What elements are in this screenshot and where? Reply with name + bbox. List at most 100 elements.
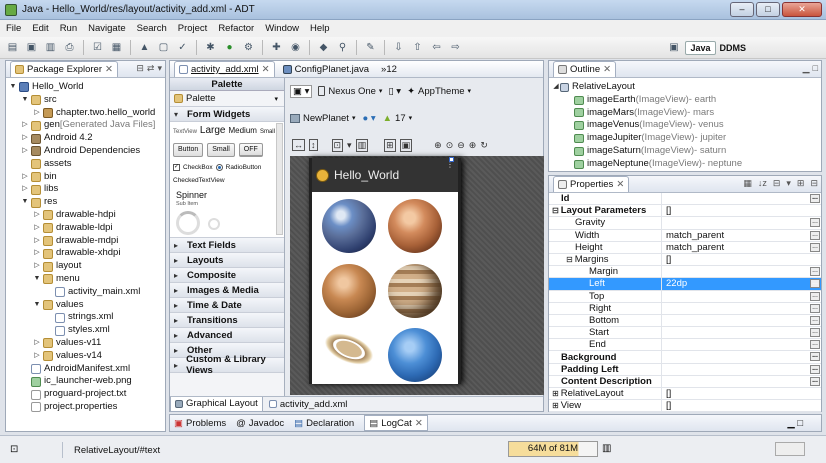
browse-icon[interactable]: ... xyxy=(810,242,820,252)
image-earth[interactable] xyxy=(322,199,376,253)
collapsed-icon[interactable]: ▷ xyxy=(33,260,41,273)
new-package-icon[interactable]: ◉ xyxy=(288,40,303,55)
palette-section-custom-library-views[interactable]: ▸ Custom & Library Views xyxy=(170,354,284,376)
menu-project[interactable]: Project xyxy=(178,23,208,34)
expand-icon[interactable]: ⊞ xyxy=(552,401,559,410)
browse-icon[interactable]: ... xyxy=(810,230,820,240)
theme-dropdown[interactable]: ✦ AppTheme ▾ xyxy=(407,86,471,97)
outline-item-imageneptune[interactable]: imageNeptune (ImageView) - neptune xyxy=(552,158,821,171)
minimize-view-icon[interactable]: ▁ xyxy=(803,63,810,74)
image-venus[interactable] xyxy=(322,264,376,318)
open-perspective-icon[interactable]: ▣ xyxy=(666,40,681,55)
tree-item-android-4-2[interactable]: ▷ Android 4.2 xyxy=(6,132,165,145)
fit-width-icon[interactable]: ↔ xyxy=(292,139,305,151)
new-icon[interactable]: ▤ xyxy=(5,40,20,55)
browse-icon[interactable]: ... xyxy=(810,340,820,350)
collapsed-icon[interactable]: ▷ xyxy=(21,145,29,158)
close-icon[interactable]: ✕ xyxy=(105,64,113,75)
tree-item-layout[interactable]: ▷ layout xyxy=(6,260,165,273)
progress-icon[interactable] xyxy=(775,442,805,456)
run-icon[interactable]: ● xyxy=(222,40,237,55)
tree-item-ic-launcher-web-png[interactable]: ic_launcher-web.png xyxy=(6,375,165,388)
zoom-real-size-icon[interactable]: ⊕ xyxy=(434,140,442,151)
tree-item-android-dependencies[interactable]: ▷ Android Dependencies xyxy=(6,145,165,158)
layout-bounds-icon[interactable]: ▣ xyxy=(399,138,413,152)
tab-problems[interactable]: ▣ Problems xyxy=(174,418,226,429)
property-row-top[interactable]: Top... xyxy=(549,290,821,303)
collapsed-icon[interactable]: ▷ xyxy=(33,350,41,363)
browse-icon[interactable]: ... xyxy=(810,303,820,313)
tree-item-drawable-xhdpi[interactable]: ▷ drawable-xhdpi xyxy=(6,247,165,260)
expanded-icon[interactable]: ▼ xyxy=(33,273,41,286)
tree-item-values-v14[interactable]: ▷ values-v14 xyxy=(6,350,165,363)
tab-logcat[interactable]: ▤ LogCat ✕ xyxy=(364,415,428,431)
property-row-margins[interactable]: ⊟ Margins [] xyxy=(549,253,821,267)
next-annotation-icon[interactable]: ⇩ xyxy=(391,40,406,55)
menu-edit[interactable]: Edit xyxy=(32,23,48,34)
browse-icon[interactable]: ... xyxy=(810,328,820,338)
tree-item-project-properties[interactable]: project.properties xyxy=(6,401,165,414)
property-value[interactable]: [] xyxy=(662,400,821,411)
ddms-perspective-button[interactable]: DDMS xyxy=(720,43,747,53)
back-icon[interactable]: ⇦ xyxy=(429,40,444,55)
collapsed-icon[interactable]: ▷ xyxy=(33,222,41,235)
browse-icon[interactable]: ... xyxy=(810,279,820,289)
collapsed-icon[interactable]: ▷ xyxy=(33,247,41,260)
widget-medium-text[interactable]: Medium xyxy=(228,126,256,135)
java-perspective-button[interactable]: Java xyxy=(685,40,716,55)
widget-toggle-button[interactable]: OFF xyxy=(238,143,263,157)
collapsed-icon[interactable]: ▷ xyxy=(33,107,41,120)
property-row-height[interactable]: Height match_parent... xyxy=(549,241,821,254)
zoom-in-icon[interactable]: ⊕ xyxy=(469,140,477,151)
property-row-view[interactable]: ⊞ View [] xyxy=(549,400,821,413)
device-dropdown[interactable]: Nexus One ▾ xyxy=(318,86,382,97)
maximize-view-icon[interactable]: □ xyxy=(813,63,818,74)
property-value[interactable]: 22dp xyxy=(662,278,821,289)
browse-icon[interactable]: ... xyxy=(810,364,820,374)
fast-view-icon[interactable]: ⊡ xyxy=(10,444,18,455)
outline-item-imagemars[interactable]: imageMars (ImageView) - mars xyxy=(552,107,821,120)
outline-item-imagesaturn[interactable]: imageSaturn (ImageView) - saturn xyxy=(552,145,821,158)
property-row-left[interactable]: Left 22dp... xyxy=(549,278,821,291)
activity-dropdown[interactable]: NewPlanet ▾ xyxy=(290,113,355,124)
property-row-background[interactable]: Background... xyxy=(549,351,821,364)
widget-small-text[interactable]: Small xyxy=(260,129,275,135)
outline-item-imagejupiter[interactable]: imageJupiter (ImageView) - jupiter xyxy=(552,132,821,145)
tree-item-values-v11[interactable]: ▷ values-v11 xyxy=(6,337,165,350)
menu-run[interactable]: Run xyxy=(60,23,77,34)
tree-item-values[interactable]: ▼ values xyxy=(6,299,165,312)
tab-overflow[interactable]: »12 xyxy=(377,61,401,77)
widget-checkedtextview[interactable]: CheckedTextView xyxy=(173,177,225,184)
outline-tab[interactable]: Outline ✕ xyxy=(553,61,617,77)
property-row-bottom[interactable]: Bottom... xyxy=(549,314,821,328)
browse-icon[interactable]: ... xyxy=(810,352,820,362)
tab-xml-source[interactable]: activity_add.xml xyxy=(265,399,352,410)
palette-section-time-date[interactable]: ▸ Time & Date xyxy=(170,298,284,313)
close-icon[interactable]: ✕ xyxy=(616,179,624,190)
avd-icon[interactable]: ▢ xyxy=(156,40,171,55)
close-icon[interactable]: ✕ xyxy=(415,418,423,429)
heap-status[interactable]: 64M of 81M xyxy=(508,441,598,457)
grid-icon[interactable]: ▦ xyxy=(109,40,124,55)
widget-small-button[interactable]: Small xyxy=(207,143,235,157)
browse-icon[interactable]: ... xyxy=(810,291,820,301)
view-menu-icon[interactable]: ▾ xyxy=(786,178,791,189)
widget-large-text[interactable]: Large xyxy=(200,125,226,136)
save-icon[interactable]: ▣ xyxy=(24,40,39,55)
tree-item-proguard-project-txt[interactable]: proguard-project.txt xyxy=(6,388,165,401)
open-type-icon[interactable]: ◆ xyxy=(316,40,331,55)
debug-icon[interactable]: ✱ xyxy=(203,40,218,55)
outline-root[interactable]: ◢ RelativeLayout xyxy=(552,81,821,94)
property-row-relativelayout[interactable]: ⊞ RelativeLayout [] xyxy=(549,388,821,401)
browse-icon[interactable]: ... xyxy=(810,315,820,325)
tab-graphical-layout[interactable]: Graphical Layout xyxy=(170,396,263,412)
prev-annotation-icon[interactable]: ⇧ xyxy=(410,40,425,55)
property-row-width[interactable]: Width match_parent... xyxy=(549,229,821,242)
expanded-icon[interactable]: ▼ xyxy=(21,196,29,209)
tree-item-libs[interactable]: ▷ libs xyxy=(6,183,165,196)
property-row-start[interactable]: Start... xyxy=(549,327,821,340)
widget-radiobutton[interactable]: RadioButton xyxy=(226,164,262,171)
property-value[interactable]: match_parent xyxy=(662,242,821,253)
collapsed-icon[interactable]: ▷ xyxy=(21,171,29,184)
property-row-gravity[interactable]: Gravity... xyxy=(549,217,821,230)
